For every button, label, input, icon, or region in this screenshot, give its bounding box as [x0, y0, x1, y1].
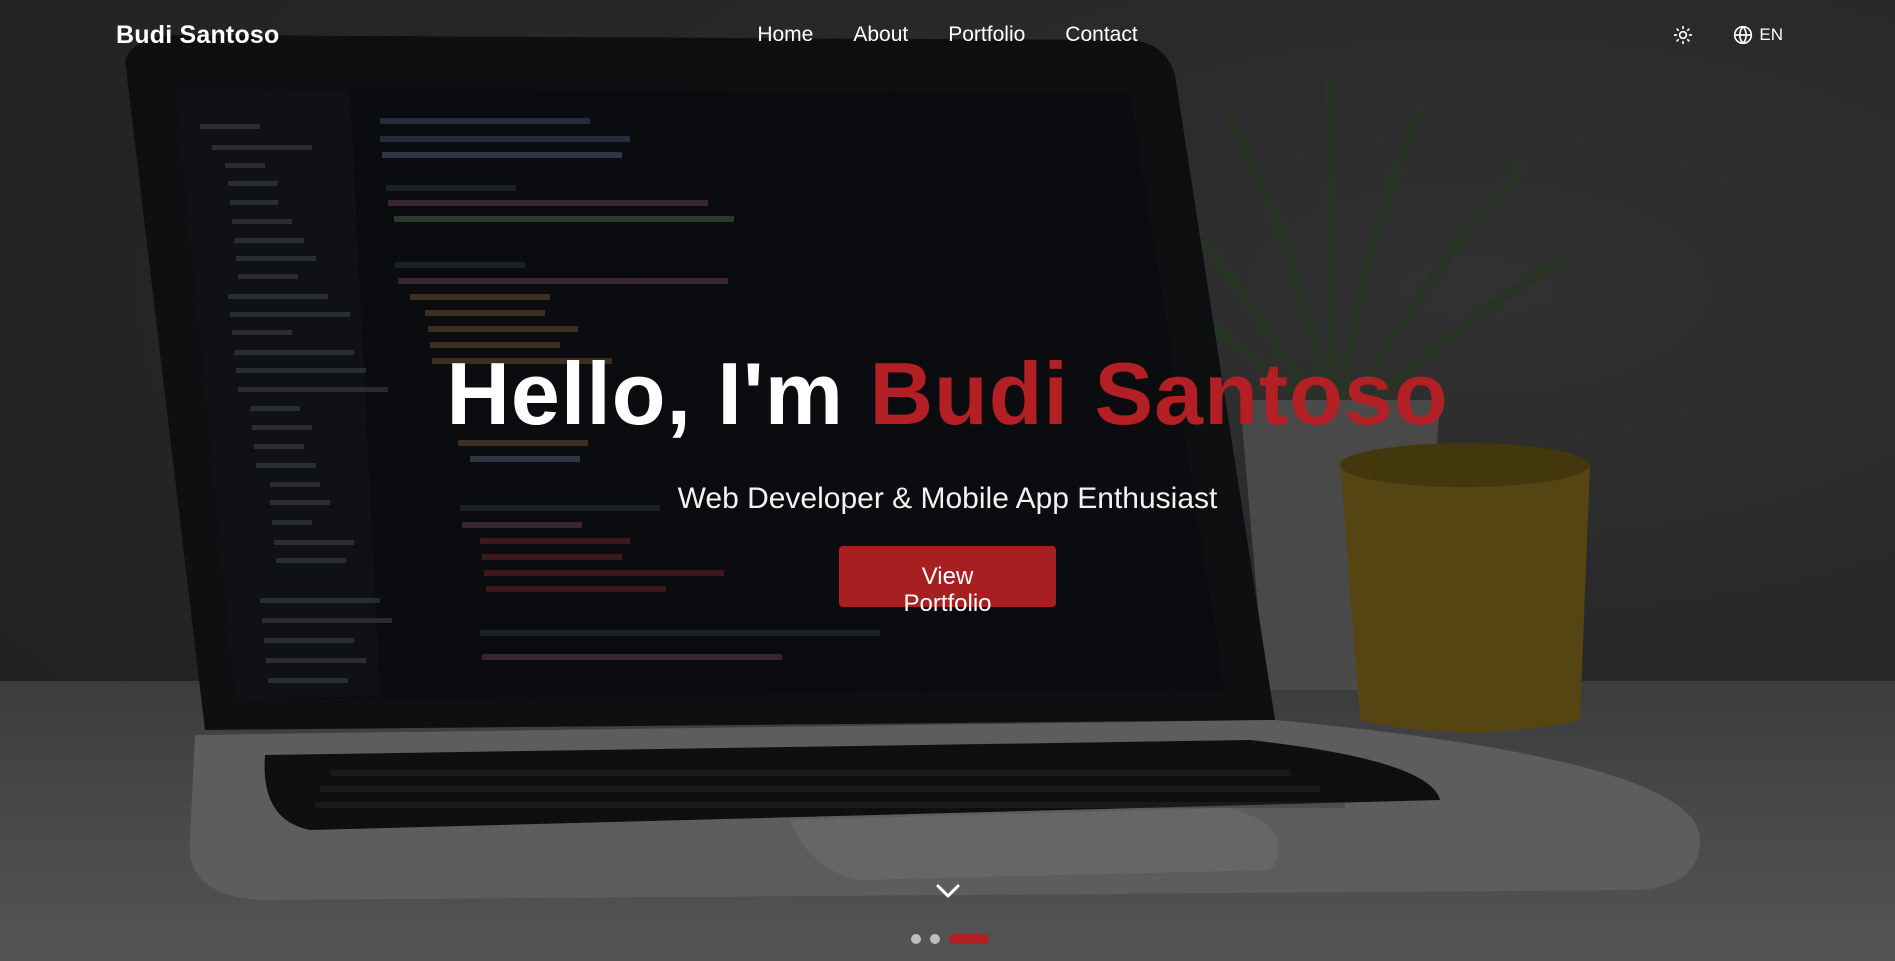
language-label: EN [1759, 25, 1783, 44]
navbar: Budi Santoso Home About Portfolio Contac… [0, 0, 1895, 70]
view-portfolio-button[interactable]: View Portfolio [839, 546, 1056, 617]
brand-logo[interactable]: Budi Santoso [116, 21, 280, 50]
slider-dot[interactable] [930, 934, 940, 944]
sun-icon [1674, 25, 1693, 45]
language-toggle-button[interactable]: EN [1733, 25, 1783, 45]
hero-section: Hello, I'm Budi Santoso Web Developer & … [0, 350, 1895, 618]
hero-title: Hello, I'm Budi Santoso [0, 350, 1895, 438]
slider-dot[interactable] [911, 934, 921, 944]
hero-subtitle: Web Developer & Mobile App Enthusiast [677, 482, 1218, 515]
slider-dot-active[interactable] [949, 934, 989, 944]
slider-dots [911, 934, 989, 944]
chevron-down-icon [936, 884, 959, 898]
hero-greeting: Hello, I'm [446, 344, 845, 443]
nav-link-about[interactable]: About [853, 23, 908, 47]
theme-toggle-button[interactable] [1673, 25, 1693, 45]
globe-icon [1734, 25, 1753, 45]
nav-link-contact[interactable]: Contact [1065, 23, 1137, 47]
scroll-down-button[interactable] [935, 882, 961, 905]
hero-name: Budi Santoso [869, 344, 1449, 443]
nav-link-home[interactable]: Home [757, 23, 813, 47]
nav-links: Home About Portfolio Contact [757, 23, 1137, 47]
nav-link-portfolio[interactable]: Portfolio [948, 23, 1025, 47]
nav-actions: EN [1673, 25, 1783, 45]
